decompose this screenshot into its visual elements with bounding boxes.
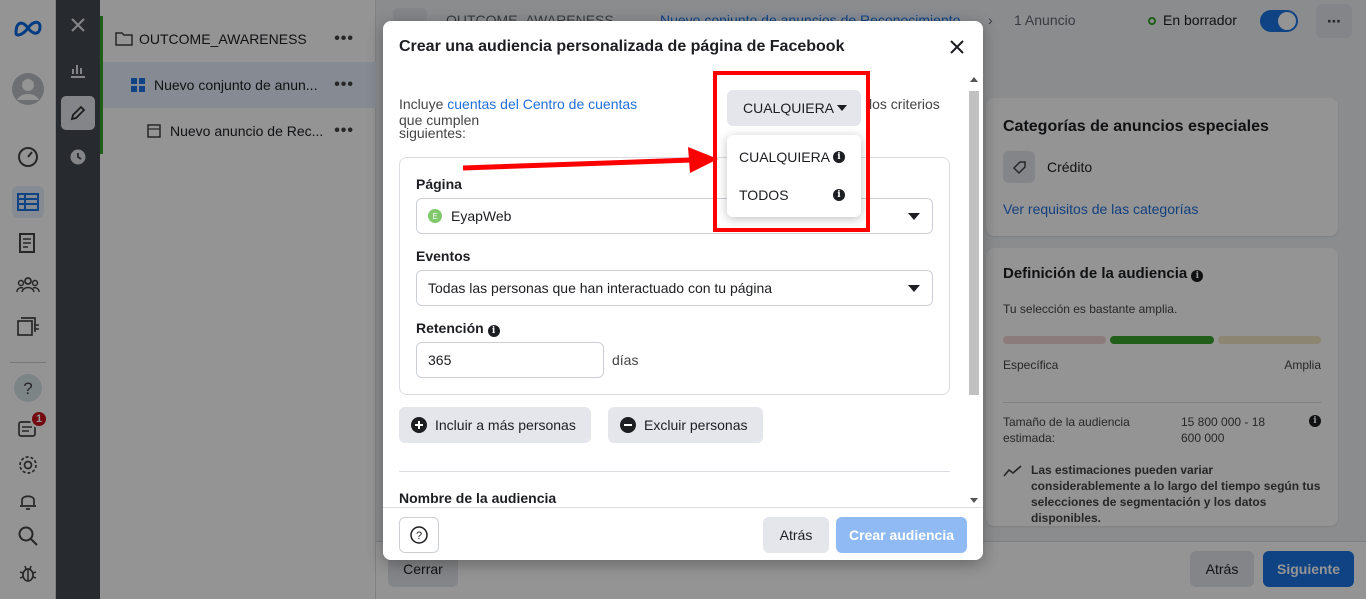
retention-unit: días (612, 352, 639, 368)
page-value: EyapWeb (451, 208, 512, 224)
retention-value: 365 (428, 352, 452, 368)
events-select[interactable]: Todas las personas que han interactuado … (416, 270, 933, 306)
retention-input[interactable]: 365 (416, 342, 604, 378)
dialog-title: Crear una audiencia personalizada de pág… (399, 38, 845, 55)
info-icon[interactable]: i (487, 325, 500, 337)
scroll-down-icon[interactable] (970, 498, 978, 503)
retention-label: Retención (416, 320, 484, 336)
exclude-people-button[interactable]: Excluir personas (608, 407, 763, 443)
criteria-intro-line2: siguientes: (399, 125, 466, 141)
highlight-box (713, 71, 870, 232)
page-avatar-icon: E (428, 209, 442, 223)
audience-name-label: Nombre de la audiencia (399, 490, 557, 506)
back-button[interactable]: Atrás (763, 517, 829, 553)
dialog-footer: ? Atrás Crear audiencia (383, 507, 983, 560)
scroll-thumb[interactable] (969, 91, 979, 395)
chevron-down-icon (908, 285, 920, 292)
dialog-scrollbar[interactable] (967, 73, 981, 507)
create-custom-audience-dialog: Crear una audiencia personalizada de pág… (383, 21, 983, 560)
svg-text:?: ? (416, 530, 422, 542)
accounts-center-link[interactable]: cuentas del Centro de cuentas (447, 96, 637, 112)
include-more-button[interactable]: Incluir a más personas (399, 407, 591, 443)
chevron-down-icon (908, 213, 920, 220)
plus-circle-icon (411, 417, 427, 433)
events-label: Eventos (416, 248, 471, 264)
scroll-up-icon[interactable] (970, 77, 978, 82)
criteria-intro-tail: los criterios (869, 96, 940, 112)
create-audience-button[interactable]: Crear audiencia (836, 517, 967, 553)
highlight-arrow-icon (462, 147, 718, 173)
close-icon[interactable] (945, 35, 969, 59)
divider (399, 471, 950, 472)
help-icon[interactable]: ? (399, 517, 439, 553)
dialog-body: Incluye cuentas del Centro de cuentas qu… (383, 73, 983, 507)
events-value: Todas las personas que han interactuado … (428, 280, 773, 296)
page-label: Página (416, 176, 462, 192)
minus-circle-icon (620, 417, 636, 433)
criteria-intro: Incluye cuentas del Centro de cuentas qu… (399, 96, 638, 128)
